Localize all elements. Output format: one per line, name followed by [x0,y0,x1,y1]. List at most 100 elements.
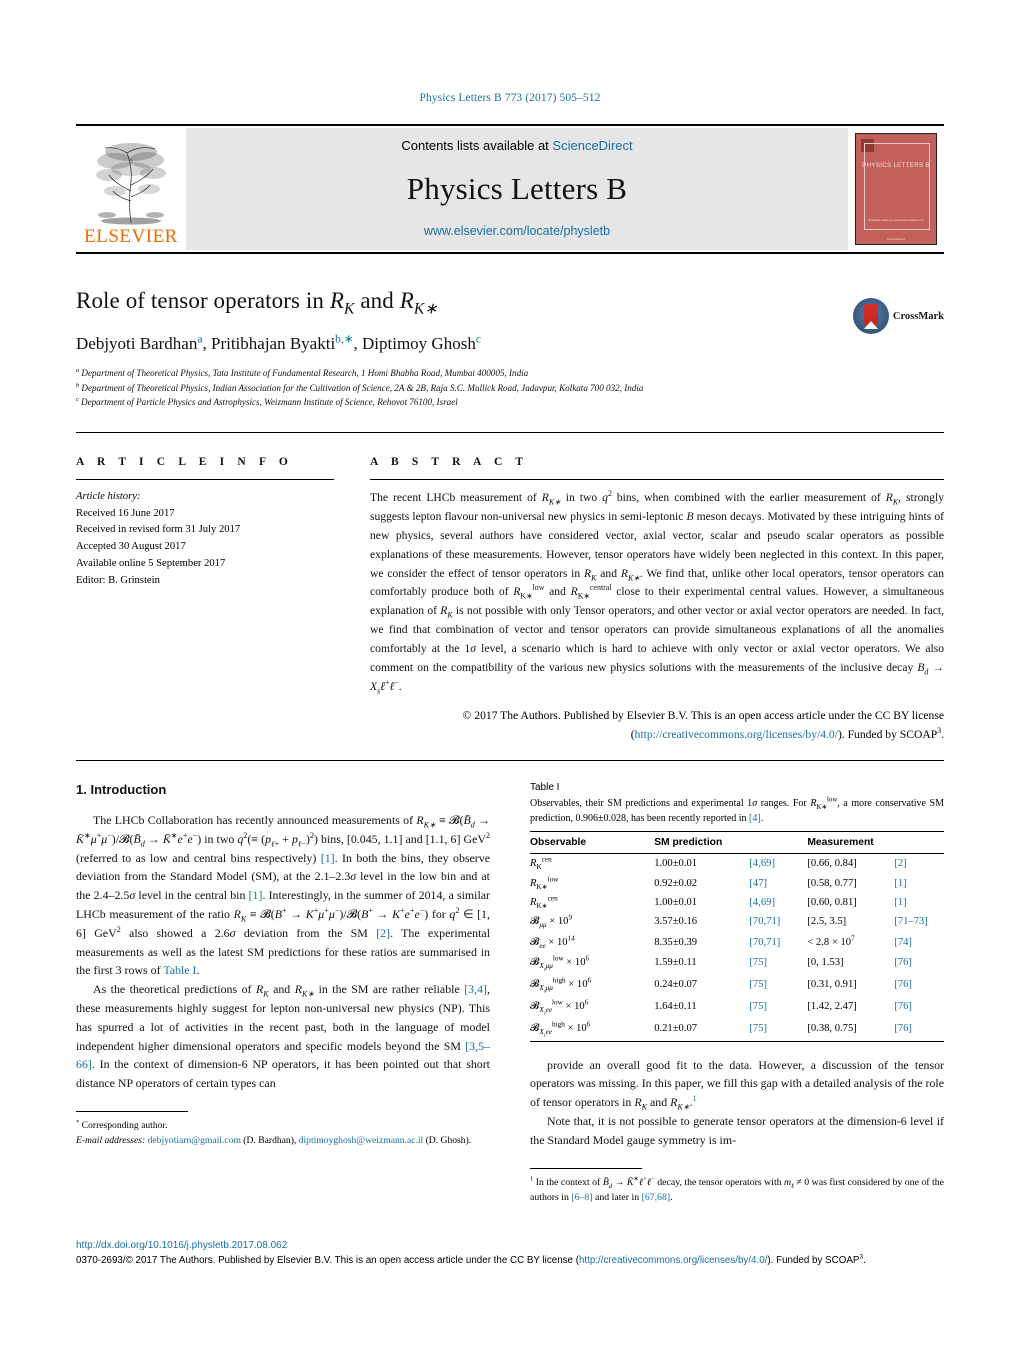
affiliation-marker: c [76,396,79,404]
cell-measurement-reference[interactable]: [2] [894,854,944,874]
cell-sm-reference[interactable]: [47] [749,873,807,892]
cell-measurement: [0.60, 0.81] [807,896,857,908]
author-list: Debjyoti Bardhana, Pritibhajan Byaktib,∗… [76,332,481,353]
cell-measurement-reference[interactable]: [76] [894,1018,944,1042]
footnote-rule-right [530,1167,642,1169]
page-footer: http://dx.doi.org/10.1016/j.physletb.201… [76,1240,944,1269]
affiliation-item: a Department of Theoretical Physics, Tat… [76,366,944,381]
cell-observable: 𝓑Xsμμhigh × 106 [530,976,592,995]
cell-sm-reference[interactable]: [75] [749,997,807,1019]
cell-sm-reference[interactable]: [70,71] [749,933,807,953]
table-caption: Observables, their SM predictions and ex… [530,796,944,824]
cell-sm-prediction: 1.64±0.11 [654,1000,697,1012]
abstract-rule [370,479,944,480]
affiliation-item: c Department of Particle Physics and Ast… [76,395,944,410]
article-info-heading: A R T I C L E I N F O [76,456,293,468]
article-info-rule [76,479,334,480]
abstract-heading: A B S T R A C T [370,456,529,468]
cell-measurement: < 2.8 × 107 [807,934,855,948]
cell-sm-reference[interactable]: [70,71] [749,912,807,932]
cell-sm-prediction: 1.00±0.01 [654,896,698,908]
affiliation-marker: a [76,366,80,374]
cell-observable: 𝓑Xsμμlow × 106 [530,954,590,973]
right-column: Table I Observables, their SM prediction… [530,782,944,1206]
cell-measurement-reference[interactable]: [76] [894,997,944,1019]
info-abstract-row: A R T I C L E I N F O Article history: R… [76,456,944,745]
contents-list-line: Contents lists available at ScienceDirec… [401,138,632,153]
cell-measurement: [2.5, 3.5] [807,916,847,928]
observables-table: Observable SM prediction Measurement RKc… [530,831,944,1042]
intro-paragraph-4: Note that, it is not possible to generat… [530,1113,944,1147]
sciencedirect-link[interactable]: ScienceDirect [552,138,632,153]
cell-sm-prediction: 8.35±0.39 [654,936,698,948]
header-rule-bottom [76,252,944,254]
table-row: 𝓑Xseelow × 106 1.64±0.11 [75] [1.42, 2.47] [… [530,997,944,1019]
corresponding-marker: * [76,1118,80,1126]
article-history-item: Available online 5 September 2017 [76,557,226,569]
cell-measurement-reference[interactable]: [1] [894,873,944,892]
cell-measurement-reference[interactable]: [76] [894,953,944,975]
table-head: Observable SM prediction Measurement [530,831,944,854]
table-row: RK∗low 0.92±0.02 [47] [0.58, 0.77] [1] [530,873,944,892]
cell-observable: RKcen [530,855,552,872]
intro-paragraph-1: The LHCb Collaboration has recently anno… [76,813,491,978]
section-heading-introduction: 1. Introduction [76,782,167,797]
cell-sm-reference[interactable]: [75] [749,975,807,997]
affiliation-text: Department of Theoretical Physics, India… [81,382,644,393]
affiliation-marker: b [76,381,80,389]
table-row: 𝓑Xseehigh × 106 0.21±0.07 [75] [0.38, 0.75]… [530,1018,944,1042]
email-addresses[interactable]: debjyotiarn@gmail.com (D. Bardhan), dipt… [148,1135,472,1146]
cell-measurement-reference[interactable]: [71–73] [894,912,944,932]
intro-paragraph-2: As the theoretical predictions of RK and… [76,982,490,1091]
affiliation-text: Department of Particle Physics and Astro… [81,397,458,408]
tensor-operator-footnote: 1 In the context of B̄d → K̄∗ℓ+ℓ− decay,… [530,1175,944,1204]
cell-sm-prediction: 0.24±0.07 [654,978,698,990]
contents-prefix: Contents lists available at [401,138,549,153]
issn-copyright-line: 0370-2693/© 2017 The Authors. Published … [76,1253,866,1266]
cell-sm-reference[interactable]: [4,69] [749,893,807,912]
cell-measurement-reference[interactable]: [76] [894,975,944,997]
left-column: 1. Introduction The LHCb Collaboration h… [76,782,490,1206]
cell-measurement: [0.58, 0.77] [807,877,857,889]
column-header-sm-prediction: SM prediction [654,831,750,854]
journal-article-page: Physics Letters B 773 (2017) 505–512 ELS… [0,0,1020,1351]
doi-link[interactable]: http://dx.doi.org/10.1016/j.physletb.201… [76,1240,944,1251]
cell-sm-reference[interactable]: [75] [749,953,807,975]
intro-paragraph-3: provide an overall good fit to the data.… [530,1057,944,1112]
page-title: Role of tensor operators in RK and RK∗ [76,288,438,318]
journal-cover-thumbnail: PHYSICS LETTERS B Available online at ww… [848,128,944,250]
column-header-sm-ref [749,831,808,854]
abstract-text: The recent LHCb measurement of RK∗ in tw… [370,489,944,696]
cell-sm-prediction: 0.21±0.07 [654,1018,750,1042]
cell-measurement-reference[interactable]: [74] [894,933,944,953]
cell-observable: RK∗low [530,875,559,891]
table-header-row: Observable SM prediction Measurement [530,831,944,854]
body-columns: 1. Introduction The LHCb Collaboration h… [76,782,944,1206]
table-row: RKcen 1.00±0.01 [4,69] [0.66, 0.84] [2] [530,854,944,874]
email-label: E-mail addresses: [76,1135,146,1147]
cell-sm-reference[interactable]: [75] [749,1018,808,1042]
crossmark-badge-group[interactable]: CrossMark [852,298,944,334]
elsevier-wordmark: ELSEVIER [84,226,178,247]
cell-observable: 𝓑Xseehigh × 106 [530,1018,655,1042]
cell-measurement-reference[interactable]: [1] [894,893,944,912]
table-row: 𝓑ee × 1014 8.35±0.39 [70,71] < 2.8 × 107 [74… [530,933,944,953]
column-header-measurement-ref [894,831,944,854]
cover-frame [864,143,930,230]
journal-title: Physics Letters B [406,170,628,206]
elsevier-tree-icon [85,139,177,227]
corresponding-text: Corresponding author. [81,1119,168,1131]
cell-sm-reference[interactable]: [4,69] [749,854,807,874]
abstract-column: A B S T R A C T The recent LHCb measurem… [370,456,944,745]
journal-homepage-url[interactable]: www.elsevier.com/locate/physletb [424,224,610,238]
journal-masthead: ELSEVIER Contents lists available at Sci… [76,128,944,250]
cover-footer-line-1: Available online at www.sciencedirect.co… [867,218,925,222]
journal-citation-line: Physics Letters B 773 (2017) 505–512 [419,92,601,104]
table-label: Table I [530,782,560,793]
cell-measurement: [0.66, 0.84] [807,858,857,870]
corresponding-author-note: * Corresponding author. E-mail addresses… [76,1118,490,1149]
column-header-measurement: Measurement [807,831,895,854]
cell-measurement: [0.31, 0.91] [807,978,857,990]
table-row: RK∗cen 1.00±0.01 [4,69] [0.60, 0.81] [1] [530,893,944,912]
crossmark-icon[interactable] [852,298,889,334]
